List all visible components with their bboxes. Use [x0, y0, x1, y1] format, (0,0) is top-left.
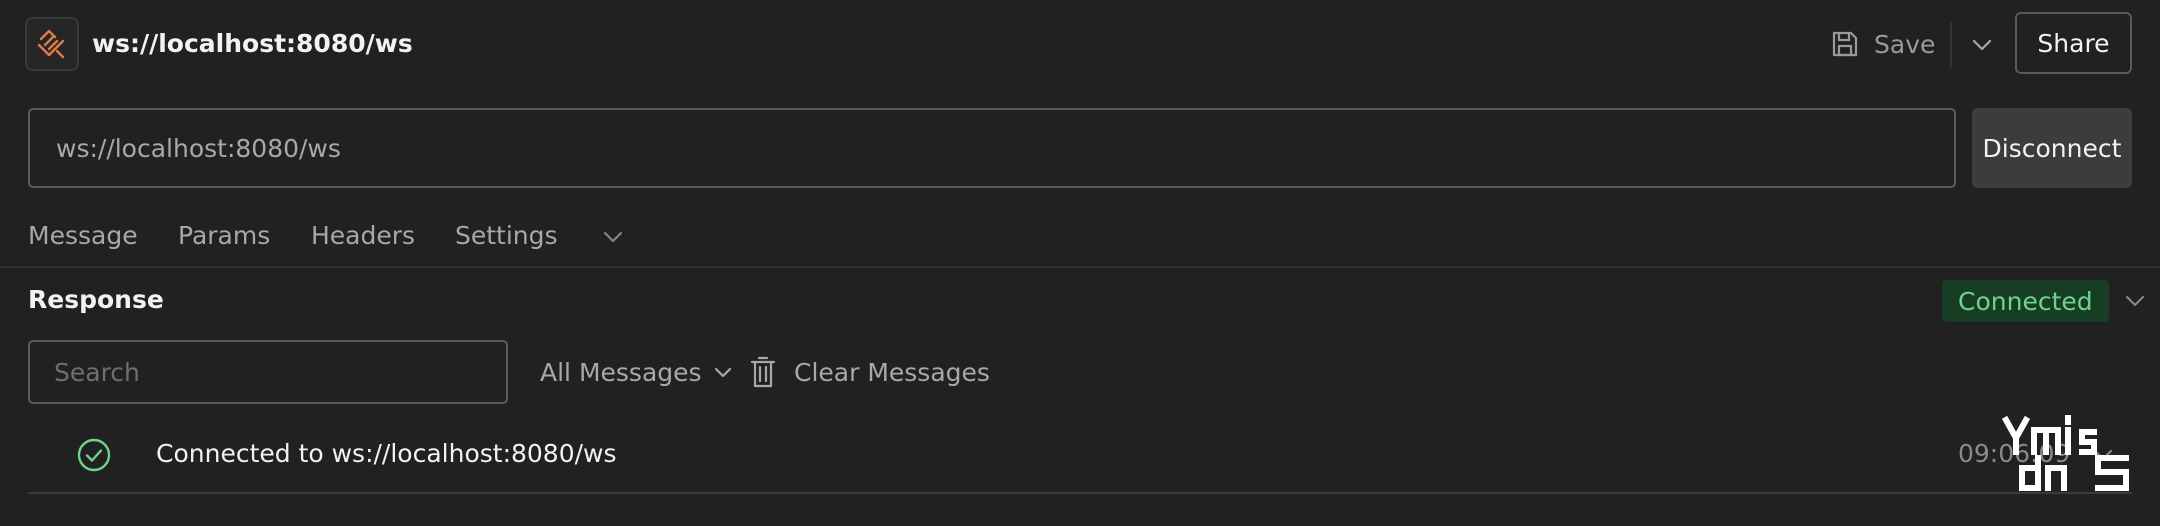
tab-params[interactable]: Params	[178, 220, 270, 252]
app-icon	[25, 17, 79, 71]
url-input[interactable]: ws://localhost:8080/ws	[28, 108, 1956, 188]
message-text: Connected to ws://localhost:8080/ws	[156, 439, 617, 468]
save-icon	[1832, 31, 1858, 57]
watermark-logo	[2002, 415, 2129, 491]
search-placeholder: Search	[54, 357, 140, 387]
tab-message[interactable]: Message	[28, 220, 138, 252]
save-button[interactable]: Save	[1830, 22, 1935, 66]
chevron-down-icon	[1972, 39, 1992, 51]
search-input[interactable]: Search	[28, 340, 508, 404]
share-button[interactable]: Share	[2015, 12, 2132, 74]
response-collapse-button[interactable]	[2118, 284, 2152, 318]
websocket-icon	[37, 29, 65, 59]
save-divider	[1950, 22, 1952, 68]
response-title: Response	[28, 285, 164, 314]
clear-messages-button[interactable]: Clear Messages	[750, 352, 990, 392]
tab-settings[interactable]: Settings	[455, 220, 558, 252]
chevron-down-icon	[604, 232, 622, 242]
save-label: Save	[1874, 29, 1936, 59]
message-filter-select[interactable]: All Messages	[540, 354, 732, 390]
request-title: ws://localhost:8080/ws	[92, 29, 413, 58]
tab-headers[interactable]: Headers	[311, 220, 415, 252]
trash-icon	[750, 356, 776, 388]
section-divider	[0, 266, 2160, 268]
disconnect-button[interactable]: Disconnect	[1972, 108, 2132, 188]
url-value: ws://localhost:8080/ws	[56, 133, 341, 163]
status-badge: Connected	[1942, 280, 2109, 322]
filter-value: All Messages	[540, 357, 702, 387]
chevron-down-icon	[714, 367, 731, 377]
check-circle-icon	[77, 438, 111, 472]
more-tabs-button[interactable]	[596, 222, 630, 252]
chevron-down-icon	[2126, 296, 2144, 306]
save-options-button[interactable]	[1960, 24, 2004, 66]
clear-messages-label: Clear Messages	[794, 357, 990, 387]
message-row[interactable]: Connected to ws://localhost:8080/ws 09:0…	[28, 420, 2132, 494]
